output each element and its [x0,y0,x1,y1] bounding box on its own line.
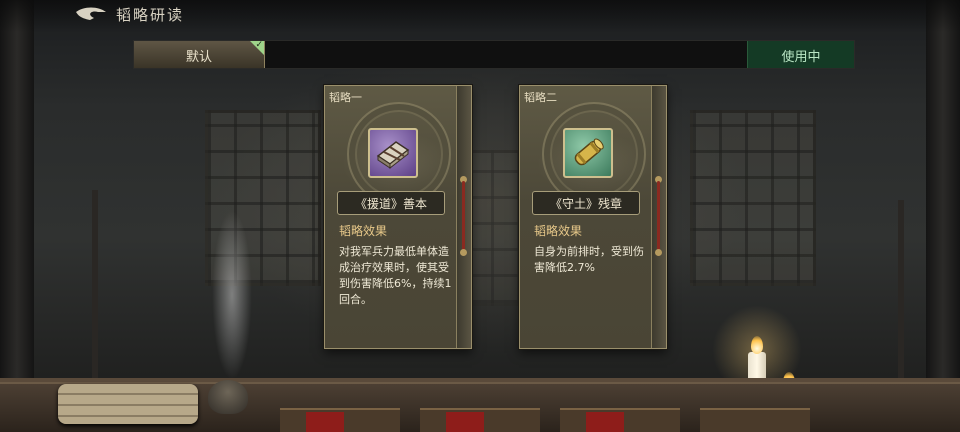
card-tag: 韬略二 [524,91,557,104]
book-4 [700,408,810,432]
card-name-plate: 《守土》残章 [532,191,640,215]
card-name-plate: 《援道》善本 [337,191,445,215]
right-lattice-window [690,110,816,286]
card-side-rod [462,181,465,251]
incense-burner [208,380,248,414]
checkmark-icon: ✓ [255,40,263,50]
effect-description: 对我军兵力最低单体造成治疗效果时，使其受到伤害降低6%，持续1回合。 [339,245,452,306]
book-bundle-icon[interactable] [368,128,418,178]
effect-description: 自身为前排时，受到伤害降低2.7% [534,245,644,274]
card-name: 《援道》善本 [354,197,427,211]
strategy-card-2[interactable]: 韬略二 《守土》残章 韬略效果 自身为前排时，受到伤害降低2.7% [519,85,667,349]
right-candelabra [898,200,904,390]
card-side-rod [657,181,660,251]
bamboo-scroll-bundle [58,384,198,424]
effect-label: 韬略效果 [534,224,583,238]
effect-label: 韬略效果 [339,224,388,238]
tab-default[interactable]: 默认 ✓ [134,40,265,68]
card-side-rail [456,86,471,348]
tab-default-label: 默认 [185,50,212,65]
left-pillar [0,0,34,432]
strategy-card-1[interactable]: 韬略一 《援道》善本 韬略效果 对我军兵力最低单体造成治疗效果时，使其受到伤害降… [324,85,472,349]
card-side-rail [651,86,666,348]
card-name: 《守土》残章 [549,197,622,211]
in-use-badge[interactable]: 使用中 [747,41,854,68]
preset-tab-bar: 默认 ✓ 使用中 [133,40,855,69]
right-pillar [926,0,960,432]
back-arrow-icon[interactable] [74,4,108,24]
candle-flame-1 [751,336,763,354]
incense-smoke [212,210,252,380]
in-use-label: 使用中 [781,50,821,65]
scroll-icon[interactable] [563,128,613,178]
card-tag: 韬略一 [329,91,362,104]
book-1 [280,408,400,432]
top-header: 韬略研读 [0,0,960,32]
left-candelabra [92,190,98,380]
book-2 [420,408,540,432]
book-3 [560,408,680,432]
page-title: 韬略研读 [116,6,185,24]
